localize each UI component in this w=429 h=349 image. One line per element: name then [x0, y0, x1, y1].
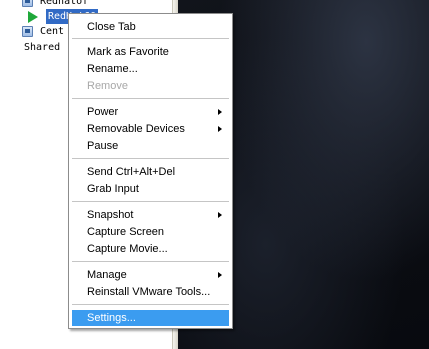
- menu-separator: [72, 201, 229, 202]
- menu-item-remove: Remove: [87, 80, 128, 92]
- menu-item-grab-input[interactable]: Grab Input: [72, 181, 229, 197]
- menu-item-manage[interactable]: Manage: [72, 267, 229, 283]
- tree-item-label: Cent: [40, 26, 65, 37]
- menu-item-label: Power: [87, 106, 119, 118]
- menu-item-removable-devices[interactable]: Removable Devices: [72, 121, 229, 137]
- submenu-arrow-icon: [218, 212, 222, 218]
- menu-item-capture-movie[interactable]: Capture Movie...: [72, 241, 229, 257]
- menu-item-close-tab[interactable]: Close Tab: [72, 19, 229, 35]
- tree-item-label: Shared: [24, 42, 61, 53]
- menu-item-send-ctrl-alt-del[interactable]: Send Ctrl+Alt+Del: [72, 164, 229, 180]
- tree-item-label: Redhatof: [40, 0, 89, 7]
- menu-item-snapshot[interactable]: Snapshot: [72, 207, 229, 223]
- menu-separator: [72, 261, 229, 262]
- context-menu: Close Tab Mark as Favorite Rename... Rem…: [68, 13, 233, 329]
- menu-item-mark-favorite[interactable]: Mark as Favorite: [72, 44, 229, 60]
- menu-item-rename[interactable]: Rename...: [72, 61, 229, 77]
- menu-item-capture-screen[interactable]: Capture Screen: [72, 224, 229, 240]
- menu-item-power[interactable]: Power: [72, 104, 229, 120]
- submenu-arrow-icon: [218, 126, 222, 132]
- submenu-arrow-icon: [218, 272, 222, 278]
- menu-separator: [72, 304, 229, 305]
- menu-item-label: Snapshot: [87, 209, 134, 221]
- vm-icon: [22, 0, 33, 7]
- menu-separator: [72, 38, 229, 39]
- running-play-icon: [28, 11, 38, 23]
- menu-item-label: Removable Devices: [87, 123, 185, 135]
- menu-item-reinstall-tools[interactable]: Reinstall VMware Tools...: [72, 284, 229, 300]
- menu-item-settings[interactable]: Settings...: [72, 310, 229, 326]
- menu-separator: [72, 158, 229, 159]
- vm-icon: [22, 26, 33, 37]
- submenu-arrow-icon: [218, 109, 222, 115]
- menu-item-label: Manage: [87, 269, 127, 281]
- menu-item-pause[interactable]: Pause: [72, 138, 229, 154]
- menu-separator: [72, 98, 229, 99]
